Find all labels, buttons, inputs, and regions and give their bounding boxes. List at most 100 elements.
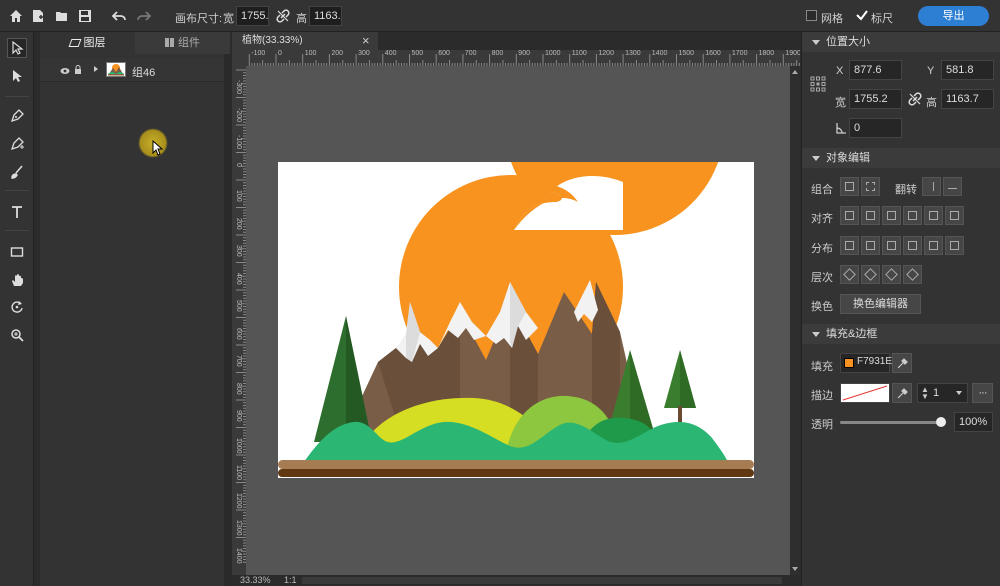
chevron-down-icon[interactable]	[956, 391, 962, 395]
angle-input[interactable]: 0	[849, 118, 902, 138]
vertical-ruler[interactable]: -300 -200 -100 0 100 200 300 400 500 600 700 800 900…	[232, 50, 246, 575]
width-input[interactable]: 1755.2	[849, 89, 902, 109]
redo-icon[interactable]	[136, 8, 152, 24]
layer-name[interactable]: 组46	[132, 64, 155, 80]
save-icon[interactable]	[77, 8, 93, 24]
rectangle-tool-icon[interactable]	[7, 242, 27, 262]
brush-tool-icon[interactable]	[7, 162, 27, 182]
pen-tool-icon[interactable]	[7, 106, 27, 126]
stroke-color-field[interactable]	[840, 383, 890, 403]
expand-arrow-icon[interactable]	[94, 66, 98, 72]
panel-tabs: 图层 组件	[40, 32, 230, 54]
bring-forward-button[interactable]	[861, 265, 880, 284]
text-tool-icon[interactable]	[7, 202, 27, 222]
lock-icon[interactable]	[74, 65, 82, 77]
fill-eyedropper-button[interactable]	[892, 353, 912, 373]
open-folder-icon[interactable]	[54, 8, 70, 24]
x-input[interactable]: 877.6	[849, 60, 902, 80]
canvas-height-input[interactable]: 1163.	[309, 6, 342, 26]
close-tab-button[interactable]: ×	[362, 32, 370, 50]
opacity-slider-track[interactable]	[840, 417, 946, 427]
align-center-h-icon	[866, 211, 875, 220]
horizontal-ruler[interactable]: -100 0 100 200 300 400 500 600 700 800 900 1000 1100…	[246, 50, 800, 66]
bring-to-front-button[interactable]	[840, 265, 859, 284]
align-center-h-button[interactable]	[861, 206, 880, 225]
align-left-button[interactable]	[840, 206, 859, 225]
h-ruler-tick-label: 100	[304, 50, 317, 57]
more-options-button[interactable]: ···	[972, 383, 993, 403]
align-middle-button[interactable]	[924, 206, 943, 225]
document-tab[interactable]: 植物(33.33%) ×	[232, 32, 378, 50]
grid-checkbox[interactable]	[806, 10, 817, 21]
opacity-slider-thumb[interactable]	[936, 417, 946, 427]
distribute-top-button[interactable]	[903, 236, 922, 255]
layer-item[interactable]: 组46	[40, 58, 224, 82]
stepper-icon[interactable]: ▲ ▼	[921, 386, 929, 401]
recolor-editor-button[interactable]: 换色编辑器	[840, 294, 921, 314]
ruler-checkbox[interactable]	[855, 8, 869, 22]
stroke-width-select[interactable]: ▲ ▼ 1	[917, 383, 968, 403]
tab-layers[interactable]: 图层	[40, 32, 135, 54]
scroll-up-arrow-icon[interactable]	[792, 70, 798, 74]
distribute-middle-button[interactable]	[924, 236, 943, 255]
scroll-down-arrow-icon[interactable]	[792, 567, 798, 571]
distribute-bottom-button[interactable]	[945, 236, 964, 255]
y-input[interactable]: 581.8	[941, 60, 994, 80]
zoom-level[interactable]: 33.33%	[240, 575, 271, 585]
landscape-illustration[interactable]	[278, 14, 754, 478]
undo-icon[interactable]	[111, 8, 127, 24]
eyedropper-icon	[897, 357, 908, 368]
align-top-icon	[908, 211, 917, 220]
canvas-vertical-scrollbar[interactable]	[790, 66, 800, 575]
v-ruler-tick-label: 800	[235, 382, 242, 395]
fill-color-field[interactable]: F7931E	[840, 353, 893, 373]
canvas-width-input[interactable]: 1755.	[236, 6, 269, 26]
h-ruler-tick-label: 0	[278, 50, 282, 57]
artboard[interactable]	[278, 14, 754, 478]
tab-components[interactable]: 组件	[135, 32, 230, 54]
rotate-tool-icon[interactable]	[7, 297, 27, 317]
flip-horizontal-button[interactable]	[922, 177, 941, 196]
send-backward-button[interactable]	[882, 265, 901, 284]
new-file-icon[interactable]	[30, 8, 46, 24]
flip-horizontal-icon	[929, 182, 934, 191]
stroke-eyedropper-button[interactable]	[892, 383, 912, 403]
distribute-center-button[interactable]	[861, 236, 880, 255]
link-proportions-icon[interactable]	[908, 92, 922, 109]
section-fill-stroke[interactable]: 填充&边框	[802, 324, 1000, 344]
h-ruler-tick-label: 1000	[545, 50, 561, 57]
select-tool-icon[interactable]	[7, 38, 27, 58]
group-icon	[845, 182, 854, 191]
layers-scrollbar[interactable]	[224, 54, 230, 586]
actual-size-ratio[interactable]: 1:1	[284, 575, 297, 585]
anchor-grid-icon[interactable]	[810, 76, 826, 92]
grid-label: 网格	[821, 13, 843, 25]
ungroup-button[interactable]	[861, 177, 880, 196]
opacity-input[interactable]: 100%	[954, 412, 993, 432]
canvas-area[interactable]	[246, 14, 790, 575]
distribute-right-button[interactable]	[882, 236, 901, 255]
no-stroke-icon	[842, 385, 888, 401]
align-bottom-button[interactable]	[945, 206, 964, 225]
fill-hex: F7931E	[857, 356, 893, 367]
distribute-middle-icon	[929, 241, 938, 250]
flip-vertical-button[interactable]	[943, 177, 962, 196]
section-object-edit[interactable]: 对象编辑	[802, 148, 1000, 168]
group-button[interactable]	[840, 177, 859, 196]
horizontal-scrollbar[interactable]	[302, 577, 782, 584]
h-ruler-tick-label: 1400	[651, 50, 668, 57]
height-input[interactable]: 1163.7	[941, 89, 994, 109]
home-icon[interactable]	[8, 8, 24, 24]
send-to-back-button[interactable]	[903, 265, 922, 284]
export-button[interactable]: 导出	[918, 6, 989, 26]
align-right-button[interactable]	[882, 206, 901, 225]
hand-tool-icon[interactable]	[7, 270, 27, 290]
visibility-eye-icon[interactable]	[60, 66, 70, 78]
distribute-left-button[interactable]	[840, 236, 859, 255]
direct-select-icon[interactable]	[7, 66, 27, 86]
section-position-size[interactable]: 位置大小	[802, 32, 1000, 52]
pen-add-icon[interactable]	[7, 134, 27, 154]
align-top-button[interactable]	[903, 206, 922, 225]
zoom-tool-icon[interactable]	[7, 325, 27, 345]
link-icon[interactable]	[275, 8, 291, 24]
